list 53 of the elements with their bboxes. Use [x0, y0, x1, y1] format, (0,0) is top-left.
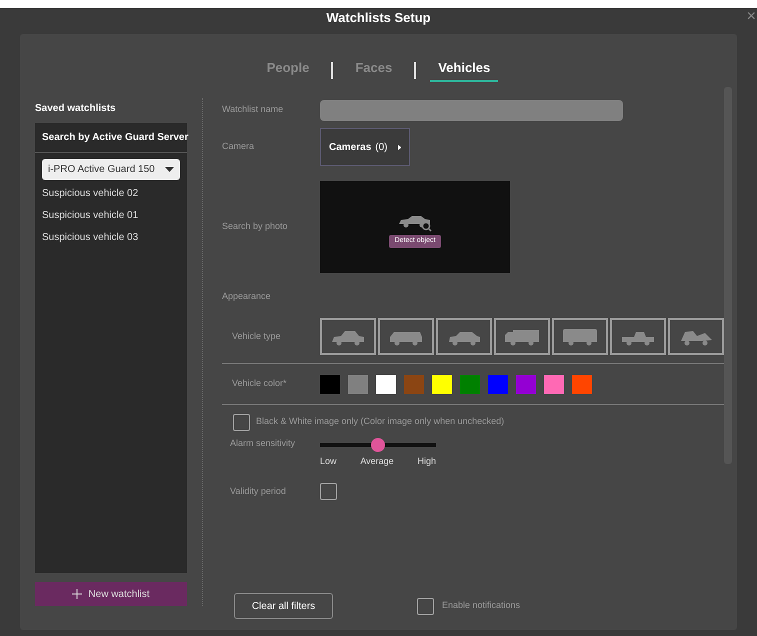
field-label: Alarm sensitivity: [230, 437, 296, 450]
checkbox-label: Black & White image only (Color image only when unchecked): [256, 415, 504, 428]
cameras-button[interactable]: Cameras (0): [320, 128, 410, 166]
new-watchlist-button[interactable]: New watchlist: [35, 582, 187, 606]
vehicle-type-button[interactable]: [610, 318, 666, 355]
field-label: Vehicle color*: [231, 377, 288, 390]
plus-icon: [72, 589, 82, 599]
section-label: Appearance: [222, 290, 272, 303]
watchlist-item[interactable]: Suspicious vehicle 01: [35, 205, 187, 227]
field-label: Search by photo: [222, 220, 289, 234]
watchlist-name-field[interactable]: [320, 100, 623, 120]
color-swatch[interactable]: [460, 374, 480, 394]
sidebar-header: Search by Active Guard Server: [35, 123, 187, 153]
vehicle-type-button[interactable]: [552, 318, 608, 355]
field-label: Validity period: [230, 484, 287, 498]
vehicle-type-button[interactable]: [668, 318, 724, 355]
color-swatch[interactable]: [320, 374, 340, 394]
field-label: Camera: [222, 140, 256, 154]
validity-checkbox[interactable]: [320, 483, 337, 500]
color-swatch[interactable]: [516, 374, 536, 394]
window-title: Watchlists Setup: [326, 9, 431, 27]
vehicle-type-button[interactable]: [320, 318, 376, 355]
truck-icon: [504, 328, 540, 346]
slider-tick-label: Low: [320, 455, 337, 468]
caret-icon: [165, 167, 174, 172]
watchlist-item[interactable]: Suspicious vehicle 03: [35, 227, 187, 249]
slider-thumb[interactable]: [371, 438, 385, 452]
sidebar-title: Saved watchlists: [35, 102, 117, 116]
vehicle-type-button[interactable]: [494, 318, 550, 355]
field-label: Vehicle type: [231, 330, 282, 343]
clear-filters-button[interactable]: Clear all filters: [234, 593, 333, 619]
notifications-checkbox[interactable]: [417, 598, 434, 614]
watchlist-item[interactable]: Suspicious vehicle 02: [35, 183, 187, 205]
scrollbar[interactable]: [724, 87, 732, 464]
color-swatch[interactable]: [572, 374, 592, 394]
play-arrow-icon: [398, 142, 401, 152]
color-swatch[interactable]: [348, 374, 368, 394]
color-swatch[interactable]: [432, 374, 452, 394]
slider-tick-label: High: [417, 455, 436, 468]
vehicle-type-button[interactable]: [436, 318, 492, 355]
color-swatch[interactable]: [376, 374, 396, 394]
checkbox[interactable]: [233, 414, 250, 430]
color-swatch[interactable]: [488, 374, 508, 394]
checkbox-label: Enable notifications: [442, 599, 520, 612]
field-label: Watchlist name: [222, 103, 284, 116]
tab[interactable]: Vehicles: [430, 58, 498, 82]
bus-icon: [562, 328, 598, 346]
slider-tick-label: Average: [360, 455, 394, 468]
slider[interactable]: [320, 438, 436, 452]
vehicle-type-button[interactable]: [378, 318, 434, 355]
server-dropdown[interactable]: i-PRO Active Guard 150: [42, 159, 180, 180]
color-swatch[interactable]: [404, 374, 424, 394]
color-swatch[interactable]: [544, 374, 564, 394]
